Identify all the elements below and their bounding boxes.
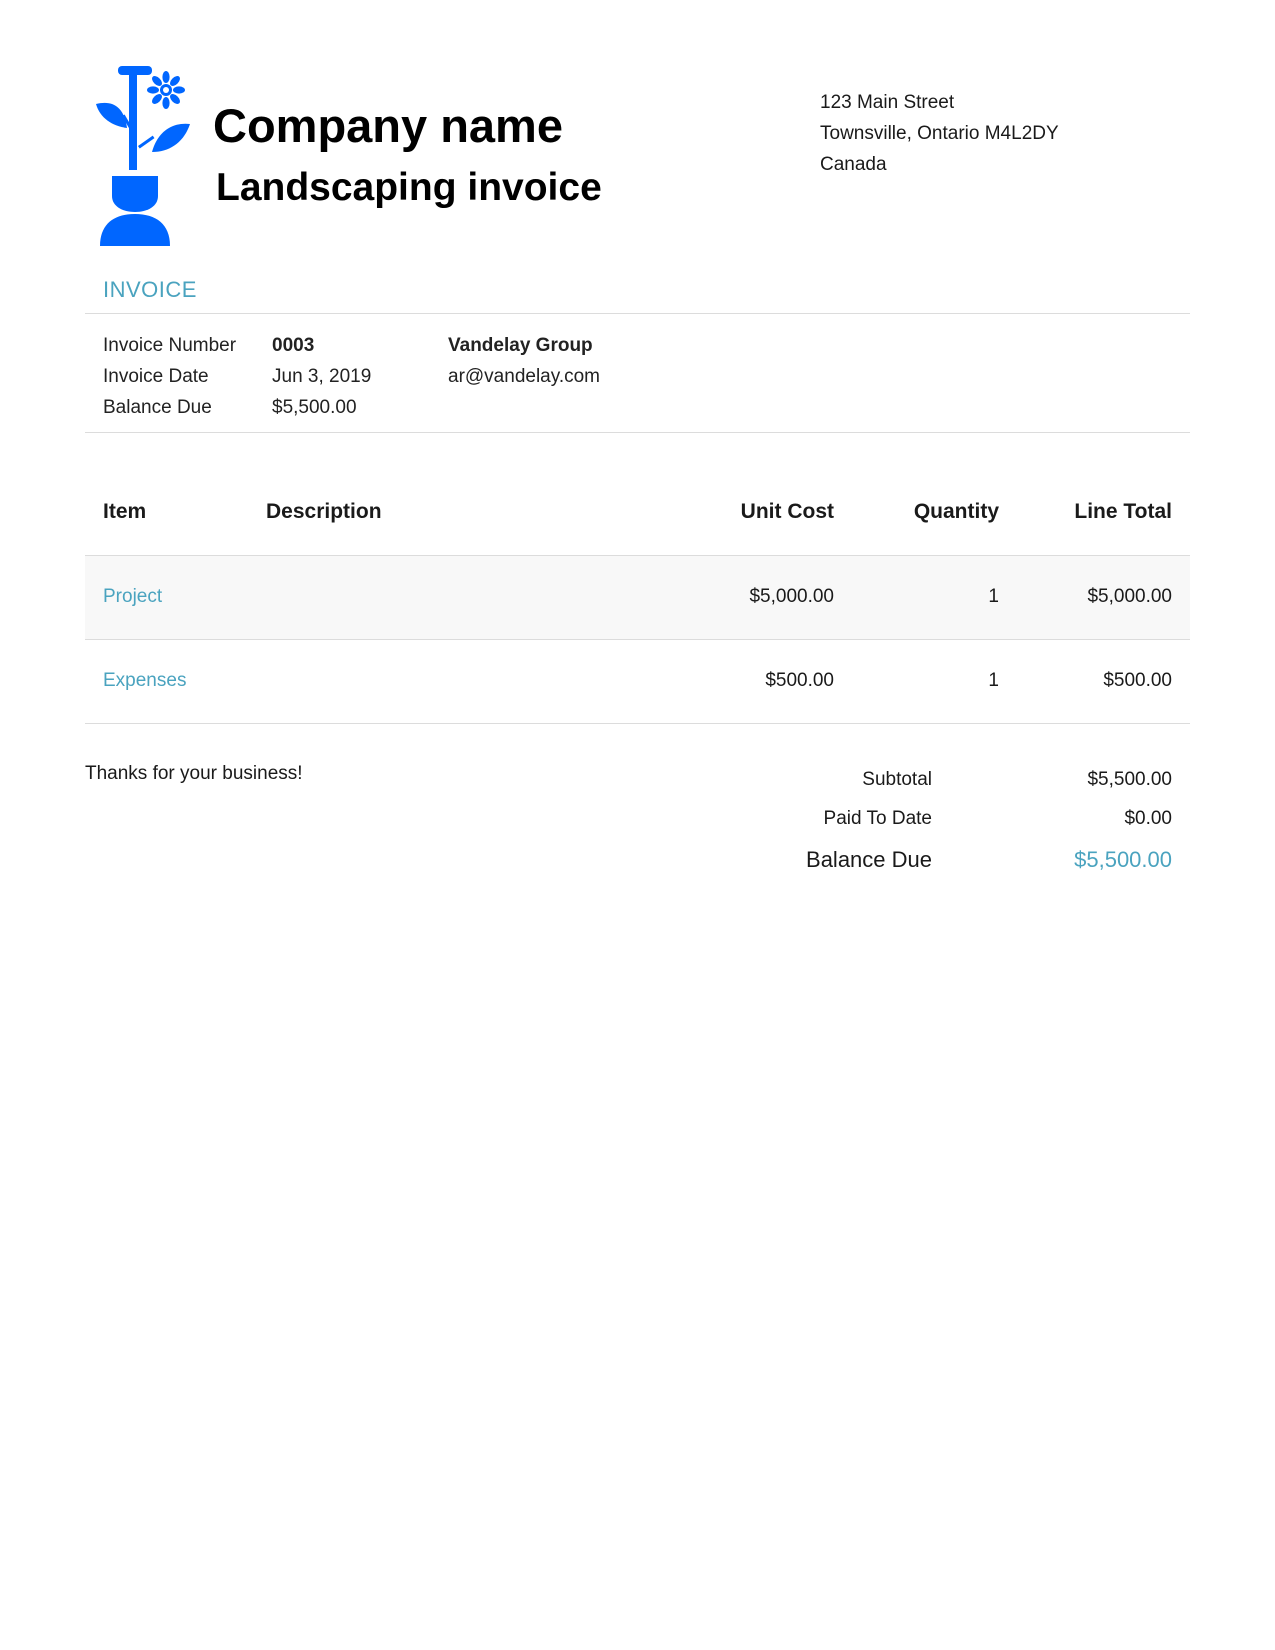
paid-to-date-value: $0.00 xyxy=(1124,808,1172,829)
table-row xyxy=(85,556,1190,639)
row-line-total: $500.00 xyxy=(1103,670,1172,691)
invoice-date-value: Jun 3, 2019 xyxy=(272,366,372,387)
balance-due-label: Balance Due xyxy=(103,397,212,418)
invoice-number-value: 0003 xyxy=(272,335,315,356)
invoice-date-label: Invoice Date xyxy=(103,366,209,387)
column-header-item: Item xyxy=(103,500,147,523)
balance-due-value: $5,500.00 xyxy=(272,397,357,418)
row-line-total: $5,000.00 xyxy=(1087,586,1172,607)
address-line: Townsville, Ontario M4L2DY xyxy=(820,123,1059,144)
row-quantity: 1 xyxy=(988,586,999,607)
flower-pot-logo-icon xyxy=(96,66,190,246)
thank-you-note: Thanks for your business! xyxy=(85,763,303,784)
column-header-unit-cost: Unit Cost xyxy=(740,500,834,523)
document-title: Landscaping invoice xyxy=(216,166,602,209)
row-item-name[interactable]: Expenses xyxy=(103,670,186,692)
invoice-section-label: INVOICE xyxy=(103,277,197,302)
subtotal-label: Subtotal xyxy=(862,769,932,790)
paid-to-date-label: Paid To Date xyxy=(823,808,932,829)
column-header-quantity: Quantity xyxy=(913,500,999,523)
divider xyxy=(85,432,1190,433)
address-line: 123 Main Street xyxy=(820,92,955,113)
company-address: 123 Main Street Townsville, Ontario M4L2… xyxy=(820,87,1059,180)
total-balance-due-value: $5,500.00 xyxy=(1074,847,1172,872)
total-balance-due-label: Balance Due xyxy=(806,847,932,872)
column-header-description: Description xyxy=(266,500,382,523)
invoice-meta-labels: Invoice Number Invoice Date Balance Due xyxy=(103,330,236,423)
invoice-meta-values: 0003 Jun 3, 2019 $5,500.00 xyxy=(272,330,371,423)
row-item-name[interactable]: Project xyxy=(103,586,162,608)
divider xyxy=(85,723,1190,724)
invoice-number-label: Invoice Number xyxy=(103,335,237,356)
row-unit-cost: $5,000.00 xyxy=(749,586,834,607)
client-info: Vandelay Group ar@vandelay.com xyxy=(448,330,600,392)
divider xyxy=(85,313,1190,314)
subtotal-value: $5,500.00 xyxy=(1087,769,1172,790)
divider xyxy=(85,639,1190,640)
row-unit-cost: $500.00 xyxy=(765,670,834,691)
row-quantity: 1 xyxy=(988,670,999,691)
column-header-line-total: Line Total xyxy=(1074,500,1172,523)
client-email: ar@vandelay.com xyxy=(448,366,600,387)
address-line: Canada xyxy=(820,154,887,175)
company-name: Company name xyxy=(213,99,563,152)
client-name: Vandelay Group xyxy=(448,335,593,356)
